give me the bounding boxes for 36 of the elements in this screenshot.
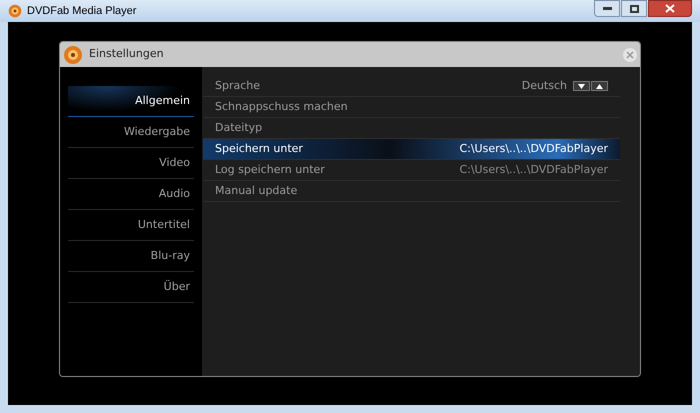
maximize-icon [630, 4, 638, 12]
close-icon [626, 50, 634, 58]
setting-label: Dateityp [215, 120, 262, 136]
settings-row[interactable]: Speichern unter C:\Users\..\..\DVDFabPlayer [203, 139, 620, 160]
setting-value: Deutsch [522, 78, 567, 94]
dialog-title: Einstellungen [89, 46, 164, 62]
setting-label: Sprache [215, 78, 260, 94]
setting-value: C:\Users\..\..\DVDFabPlayer [459, 140, 608, 157]
sidebar-item[interactable]: Allgemein [68, 86, 194, 117]
setting-label: Schnappschuss machen [215, 98, 348, 115]
down-triangle-icon [578, 84, 585, 88]
sidebar-item[interactable]: Untertitel [68, 210, 194, 241]
app-logo-icon [63, 44, 83, 64]
close-icon [665, 4, 675, 13]
setting-value: C:\Users\..\..\DVDFabPlayer [459, 162, 608, 178]
minimize-icon [602, 7, 612, 10]
window-title: DVDFab Media Player [27, 4, 136, 19]
up-arrow-button[interactable] [591, 81, 608, 91]
sidebar-item[interactable]: Wiedergabe [68, 117, 194, 148]
settings-row[interactable]: Manual update [203, 181, 620, 202]
sidebar-item[interactable]: Blu-ray [68, 241, 194, 272]
up-triangle-icon [596, 84, 603, 88]
settings-row[interactable]: Schnappschuss machen [203, 97, 620, 118]
sidebar-item[interactable]: Video [68, 148, 194, 179]
close-button[interactable] [648, 0, 692, 17]
down-arrow-button[interactable] [573, 81, 590, 91]
setting-label: Log speichern unter [215, 162, 325, 178]
sidebar-item[interactable]: Audio [68, 179, 194, 210]
setting-label: Manual update [215, 182, 298, 199]
settings-row[interactable]: Sprache Deutsch [203, 76, 620, 97]
minimize-button[interactable] [594, 0, 620, 17]
app-logo-icon [8, 4, 22, 18]
maximize-button[interactable] [621, 0, 647, 17]
sidebar-item[interactable]: Über [68, 272, 194, 303]
settings-row[interactable]: Log speichern unter C:\Users\..\..\DVDFabPlayer [203, 160, 620, 181]
setting-label: Speichern unter [215, 140, 303, 157]
